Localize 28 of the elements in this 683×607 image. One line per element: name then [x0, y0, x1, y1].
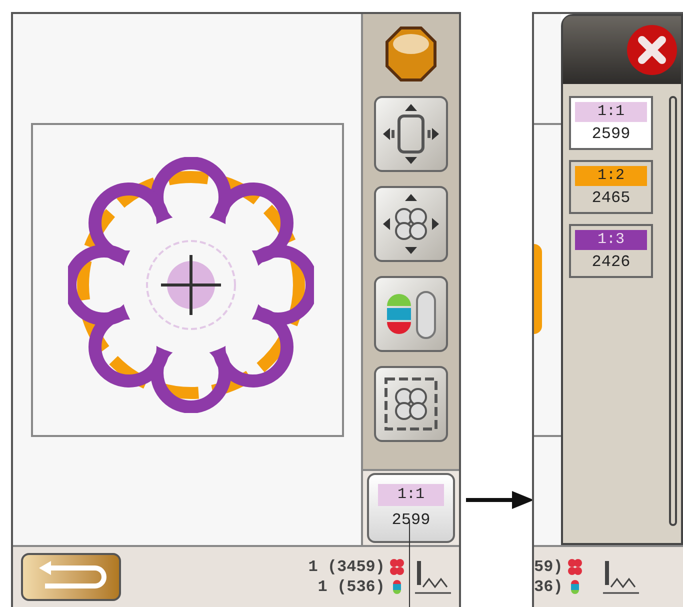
stitch-count: 2599 — [392, 510, 430, 532]
flower-icon — [566, 558, 583, 576]
thread-color-button[interactable]: 1:1 2599 — [367, 473, 455, 543]
color-total: 36) — [534, 577, 563, 597]
back-button[interactable] — [21, 553, 121, 601]
move-design-button[interactable] — [374, 186, 448, 262]
color-label: 1:3 — [575, 230, 647, 250]
move-hoop-button[interactable] — [374, 96, 448, 172]
color-block-item[interactable]: 1:2 2465 — [569, 160, 653, 214]
color-total: 1 (536) — [318, 577, 385, 597]
select-area-button[interactable] — [374, 366, 448, 442]
color-block-item[interactable]: 1:3 2426 — [569, 224, 653, 278]
stitch-count: 2599 — [592, 124, 630, 144]
flower-icon — [389, 558, 405, 576]
scrollbar[interactable] — [669, 96, 677, 526]
color-block-button[interactable] — [374, 276, 448, 352]
color-label: 1:2 — [575, 166, 647, 186]
color-label: 1:1 — [575, 102, 647, 122]
octagon-gem-icon[interactable] — [385, 26, 437, 82]
stitch-total: 59) — [534, 557, 563, 577]
stitch-count: 2426 — [592, 252, 630, 272]
stitch-count: 2465 — [592, 188, 630, 208]
color-label: 1:1 — [378, 484, 444, 506]
quatrefoil-arrows-icon — [381, 192, 441, 256]
hoop-arrows-icon — [381, 102, 441, 166]
arrow-icon — [466, 490, 534, 510]
color-block-item[interactable]: 1:1 2599 — [569, 96, 653, 150]
stitch-total: 1 (3459) — [308, 557, 385, 577]
